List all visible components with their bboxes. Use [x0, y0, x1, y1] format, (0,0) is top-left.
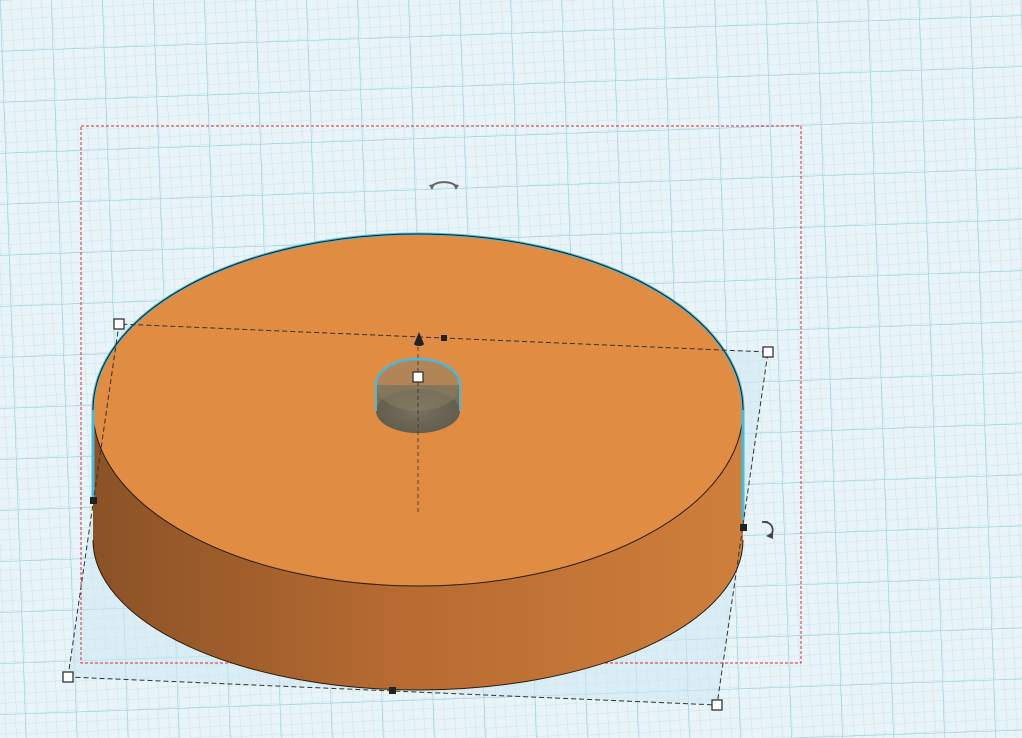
workplane-svg[interactable]: [0, 0, 1022, 738]
handle-back-left[interactable]: [113, 318, 125, 330]
handle-front-right[interactable]: [711, 699, 723, 711]
handle-front-left[interactable]: [62, 671, 74, 683]
height-handle[interactable]: [441, 335, 447, 341]
handle-left-mid[interactable]: [90, 497, 97, 504]
handle-back-right[interactable]: [762, 346, 774, 358]
handle-hole-center[interactable]: [412, 371, 424, 383]
handle-right-mid[interactable]: [740, 524, 747, 531]
workplane-canvas[interactable]: [0, 0, 1022, 738]
handle-front-mid[interactable]: [389, 687, 396, 694]
